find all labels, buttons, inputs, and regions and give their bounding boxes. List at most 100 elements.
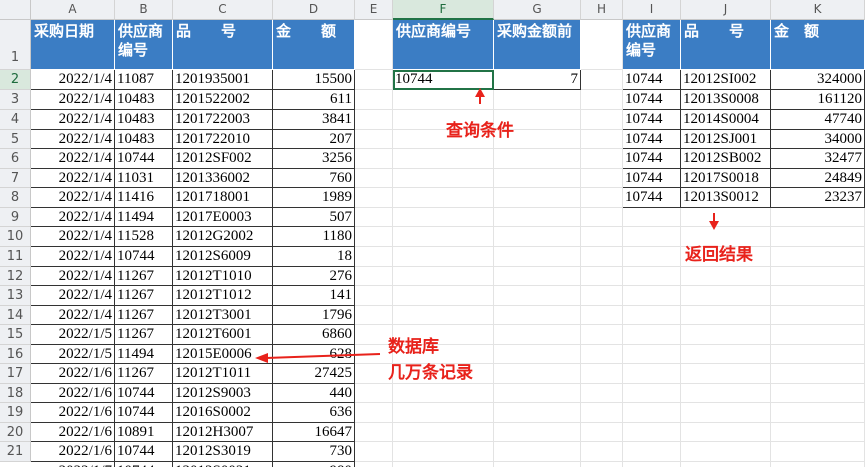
grid-cell[interactable] (681, 345, 771, 364)
result-cell[interactable]: 23237 (771, 188, 865, 208)
grid-cell[interactable] (494, 227, 581, 247)
grid-cell[interactable] (393, 462, 494, 467)
database-cell[interactable]: 10744 (115, 403, 173, 423)
database-cell[interactable]: 18 (273, 247, 355, 267)
grid-cell[interactable] (771, 208, 865, 227)
database-cell[interactable]: 12012G2002 (173, 227, 273, 247)
grid-cell[interactable] (355, 384, 393, 403)
row-header-4[interactable]: 4 (0, 110, 31, 130)
grid-cell[interactable] (355, 169, 393, 188)
database-cell[interactable]: 2022/1/4 (31, 110, 115, 130)
database-cell[interactable]: 6860 (273, 325, 355, 345)
result-cell[interactable]: 12012SJ001 (681, 130, 771, 149)
row-header-17[interactable]: 17 (0, 364, 31, 384)
database-cell[interactable]: 2022/1/6 (31, 442, 115, 462)
database-cell[interactable]: 1201722003 (173, 110, 273, 130)
result-cell[interactable]: 161120 (771, 90, 865, 110)
grid-cell[interactable] (771, 364, 865, 384)
database-cell[interactable]: 10744 (115, 462, 173, 467)
grid-cell[interactable] (771, 384, 865, 403)
grid-cell[interactable] (494, 169, 581, 188)
result-cell[interactable]: 10744 (623, 169, 681, 188)
grid-cell[interactable] (623, 227, 681, 247)
database-cell[interactable]: 10483 (115, 90, 173, 110)
grid-cell[interactable] (771, 345, 865, 364)
grid-cell[interactable] (494, 267, 581, 286)
database-cell[interactable]: 2022/1/4 (31, 70, 115, 90)
grid-cell[interactable] (581, 247, 623, 267)
grid-cell[interactable] (355, 149, 393, 169)
grid-cell[interactable] (581, 188, 623, 208)
row-header-15[interactable]: 15 (0, 325, 31, 345)
database-cell[interactable]: 2022/1/4 (31, 286, 115, 306)
database-cell[interactable]: 12012S0021 (173, 462, 273, 467)
database-cell[interactable]: 980 (273, 462, 355, 467)
spreadsheet-grid[interactable]: A B C D E F G H I J K 1 2 3 4 5 6 7 8 9 10 11 12 13 14 15 16 17 18 19… (0, 0, 865, 467)
grid-cell[interactable] (623, 364, 681, 384)
result-cell[interactable]: 12012SI002 (681, 70, 771, 90)
grid-cell[interactable] (623, 325, 681, 345)
grid-cell[interactable] (494, 149, 581, 169)
database-cell[interactable]: 2022/1/4 (31, 169, 115, 188)
row-header-2[interactable]: 2 (0, 70, 31, 90)
grid-cell[interactable] (581, 130, 623, 149)
grid-cell[interactable] (355, 442, 393, 462)
grid-cell[interactable] (355, 208, 393, 227)
database-cell[interactable]: 2022/1/6 (31, 384, 115, 403)
database-cell[interactable]: 11494 (115, 345, 173, 364)
grid-cell[interactable] (623, 345, 681, 364)
result-cell[interactable]: 12013S0008 (681, 90, 771, 110)
result-cell[interactable]: 12013S0012 (681, 188, 771, 208)
grid-cell[interactable] (355, 90, 393, 110)
database-cell[interactable]: 2022/1/5 (31, 325, 115, 345)
grid-cell[interactable] (494, 462, 581, 467)
grid-cell[interactable] (494, 403, 581, 423)
database-cell[interactable]: 12012SF002 (173, 149, 273, 169)
row-header-1[interactable]: 1 (0, 20, 31, 70)
grid-cell[interactable] (494, 188, 581, 208)
grid-cell[interactable] (393, 90, 494, 110)
grid-cell[interactable] (355, 423, 393, 442)
database-cell[interactable]: 2022/1/4 (31, 267, 115, 286)
database-cell[interactable]: 2022/1/7 (31, 462, 115, 467)
database-cell[interactable]: 10744 (115, 442, 173, 462)
grid-cell[interactable] (355, 188, 393, 208)
database-cell[interactable]: 16647 (273, 423, 355, 442)
grid-cell[interactable] (494, 364, 581, 384)
result-cell[interactable]: 10744 (623, 90, 681, 110)
grid-cell[interactable] (623, 286, 681, 306)
row-header-12[interactable]: 12 (0, 267, 31, 286)
database-cell[interactable]: 2022/1/4 (31, 227, 115, 247)
grid-cell[interactable] (494, 423, 581, 442)
grid-cell[interactable] (681, 462, 771, 467)
grid-cell[interactable] (355, 306, 393, 325)
grid-cell[interactable] (393, 227, 494, 247)
database-cell[interactable]: 1201718001 (173, 188, 273, 208)
database-cell[interactable]: 10483 (115, 130, 173, 149)
result-cell[interactable]: 12012SB002 (681, 149, 771, 169)
grid-cell[interactable] (771, 462, 865, 467)
database-cell[interactable]: 11087 (115, 70, 173, 90)
database-cell[interactable]: 11267 (115, 325, 173, 345)
row-header-11[interactable]: 11 (0, 247, 31, 267)
grid-cell[interactable] (581, 345, 623, 364)
grid-cell[interactable] (581, 208, 623, 227)
database-cell[interactable]: 1796 (273, 306, 355, 325)
grid-cell[interactable] (681, 423, 771, 442)
grid-cell[interactable] (771, 286, 865, 306)
row-header-18[interactable]: 18 (0, 384, 31, 403)
column-header-a[interactable]: A (31, 0, 115, 20)
column-header-d[interactable]: D (273, 0, 355, 20)
grid-cell[interactable] (681, 325, 771, 345)
database-cell[interactable]: 12012S9003 (173, 384, 273, 403)
grid-cell[interactable] (681, 364, 771, 384)
database-cell[interactable]: 276 (273, 267, 355, 286)
grid-cell[interactable] (581, 384, 623, 403)
database-cell[interactable]: 760 (273, 169, 355, 188)
database-cell[interactable]: 12012T1010 (173, 267, 273, 286)
grid-cell[interactable] (623, 423, 681, 442)
grid-cell[interactable] (581, 286, 623, 306)
grid-cell[interactable] (623, 384, 681, 403)
column-header-k[interactable]: K (771, 0, 865, 20)
grid-cell[interactable] (393, 384, 494, 403)
